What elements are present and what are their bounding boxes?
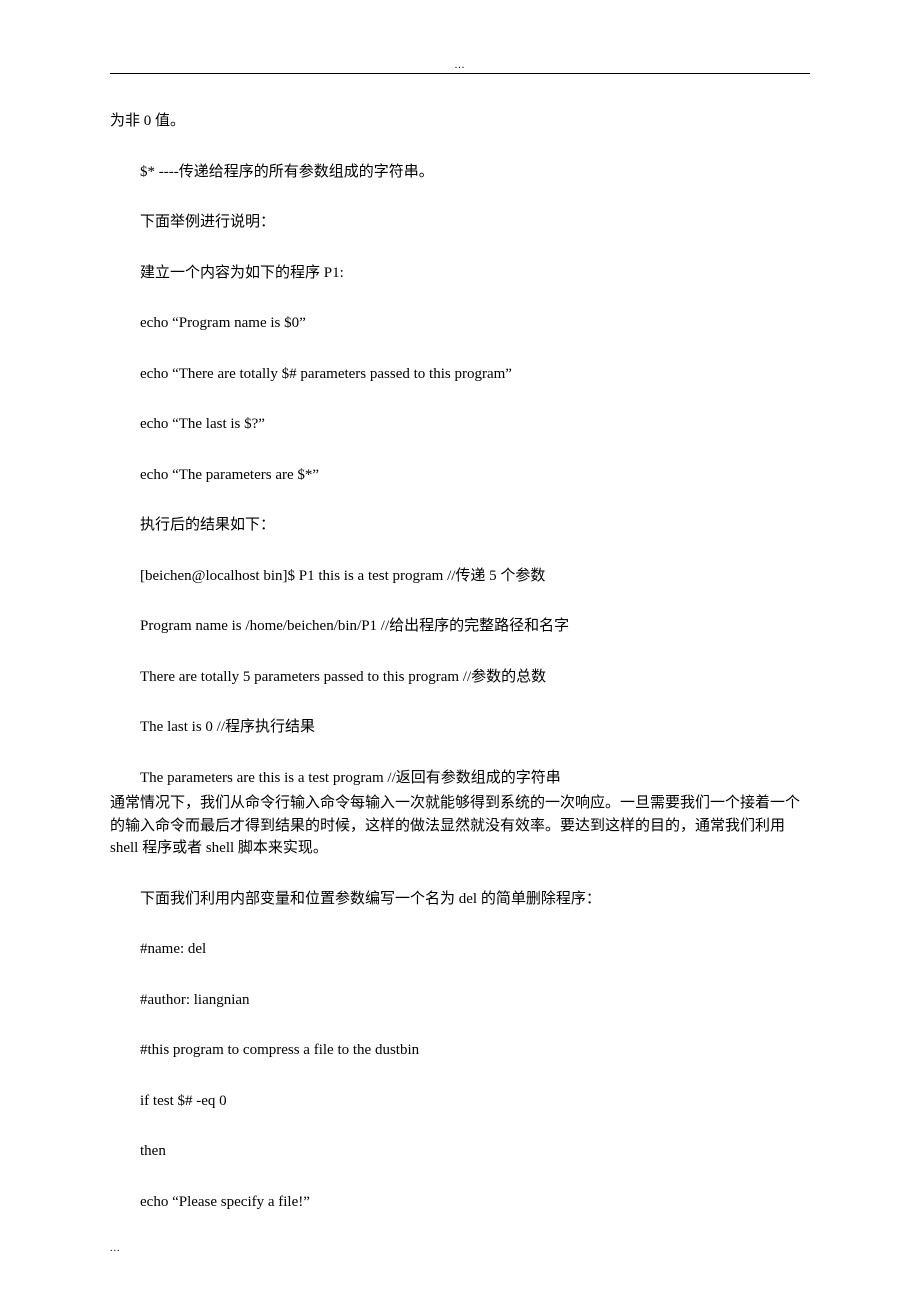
code-line: echo “Please specify a file!” <box>110 1191 810 1214</box>
footer-ellipsis: ... <box>110 1243 810 1254</box>
code-line: #name: del <box>110 938 810 961</box>
code-line: echo “The last is $?” <box>110 413 810 436</box>
text-line: 下面我们利用内部变量和位置参数编写一个名为 del 的简单删除程序： <box>110 888 810 911</box>
output-line: Program name is /home/beichen/bin/P1 //给… <box>110 615 810 638</box>
code-line: echo “Program name is $0” <box>110 312 810 335</box>
output-line: There are totally 5 parameters passed to… <box>110 666 810 689</box>
text-line: 为非 0 值。 <box>110 110 810 133</box>
header-ellipsis: ... <box>110 60 810 71</box>
code-line: echo “The parameters are $*” <box>110 464 810 487</box>
output-line: The last is 0 //程序执行结果 <box>110 716 810 739</box>
document-page: ... 为非 0 值。 $* ----传递给程序的所有参数组成的字符串。 下面举… <box>0 0 920 1294</box>
header-rule <box>110 73 810 74</box>
text-line: 下面举例进行说明： <box>110 211 810 234</box>
paragraph-block: The parameters are this is a test progra… <box>110 767 810 860</box>
document-body: 为非 0 值。 $* ----传递给程序的所有参数组成的字符串。 下面举例进行说… <box>110 110 810 1213</box>
text-line: 执行后的结果如下： <box>110 514 810 537</box>
code-line: then <box>110 1140 810 1163</box>
output-line: [beichen@localhost bin]$ P1 this is a te… <box>110 565 810 588</box>
paragraph-text: 通常情况下，我们从命令行输入命令每输入一次就能够得到系统的一次响应。一旦需要我们… <box>110 792 810 860</box>
output-line: The parameters are this is a test progra… <box>110 767 810 790</box>
text-line: 建立一个内容为如下的程序 P1: <box>110 262 810 285</box>
page-header: ... <box>110 60 810 80</box>
code-line: #this program to compress a file to the … <box>110 1039 810 1062</box>
code-line: echo “There are totally $# parameters pa… <box>110 363 810 386</box>
code-line: if test $# -eq 0 <box>110 1090 810 1113</box>
text-line: $* ----传递给程序的所有参数组成的字符串。 <box>110 161 810 184</box>
code-line: #author: liangnian <box>110 989 810 1012</box>
